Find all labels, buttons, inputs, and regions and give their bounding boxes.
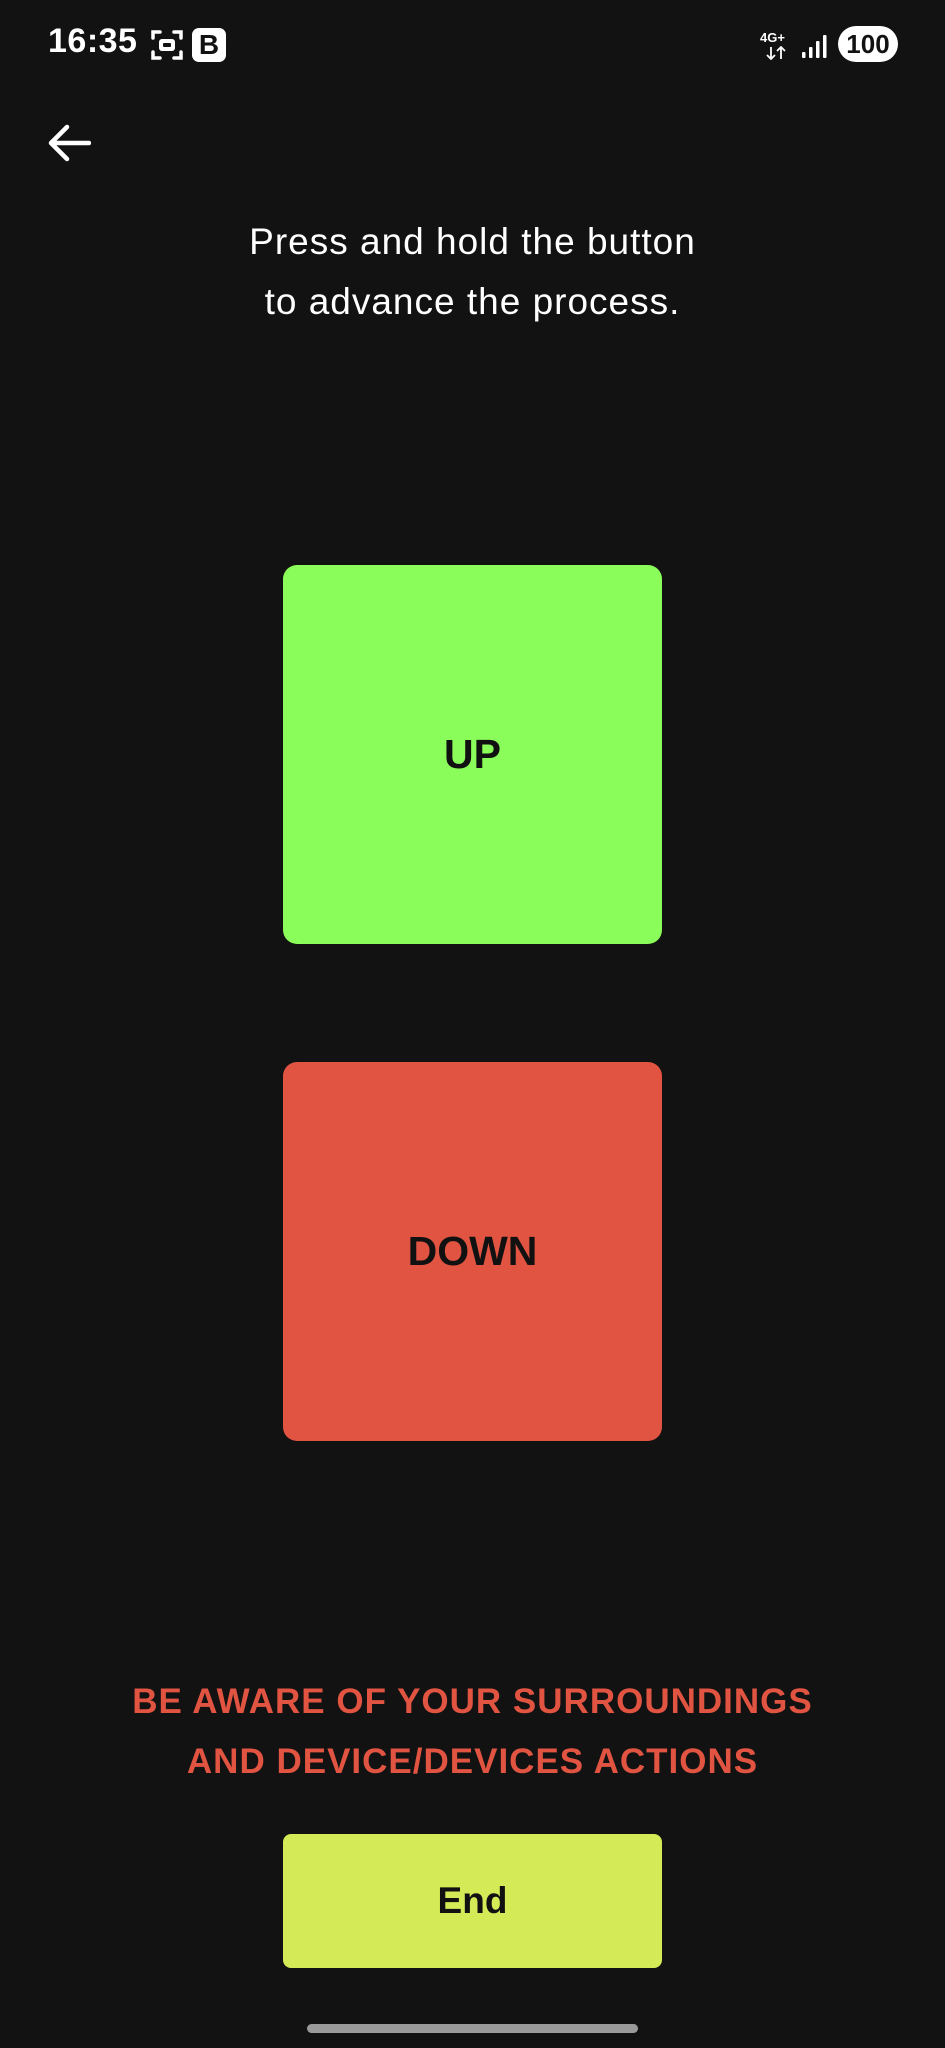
warning-text: BE AWARE OF YOUR SURROUNDINGS AND DEVICE… <box>0 1672 945 1792</box>
screenshot-icon <box>151 30 183 60</box>
home-indicator[interactable] <box>307 2024 638 2033</box>
status-bar: 16:35 B 4G+ 100 <box>0 0 945 92</box>
network-type-icon: 4G+ <box>760 30 794 64</box>
instruction-line-1: Press and hold the button <box>249 221 696 262</box>
back-button[interactable] <box>36 110 102 176</box>
end-button[interactable]: End <box>283 1834 662 1968</box>
data-arrows-icon <box>766 46 786 60</box>
network-type-label: 4G+ <box>760 30 785 45</box>
status-time: 16:35 <box>48 22 138 60</box>
signal-icon <box>802 35 827 58</box>
down-button[interactable]: DOWN <box>283 1062 662 1441</box>
app-badge-icon: B <box>192 28 226 62</box>
down-button-label: DOWN <box>407 1228 538 1274</box>
up-button[interactable]: UP <box>283 565 662 944</box>
warning-line-2: AND DEVICE/DEVICES ACTIONS <box>186 1742 759 1781</box>
warning-line-1: BE AWARE OF YOUR SURROUNDINGS <box>132 1682 813 1721</box>
up-button-label: UP <box>444 731 501 777</box>
instruction-text: Press and hold the button to advance the… <box>0 212 945 332</box>
arrow-left-icon <box>48 124 91 162</box>
instruction-line-2: to advance the process. <box>264 281 681 322</box>
battery-indicator: 100 <box>838 26 898 62</box>
end-button-label: End <box>437 1880 508 1921</box>
